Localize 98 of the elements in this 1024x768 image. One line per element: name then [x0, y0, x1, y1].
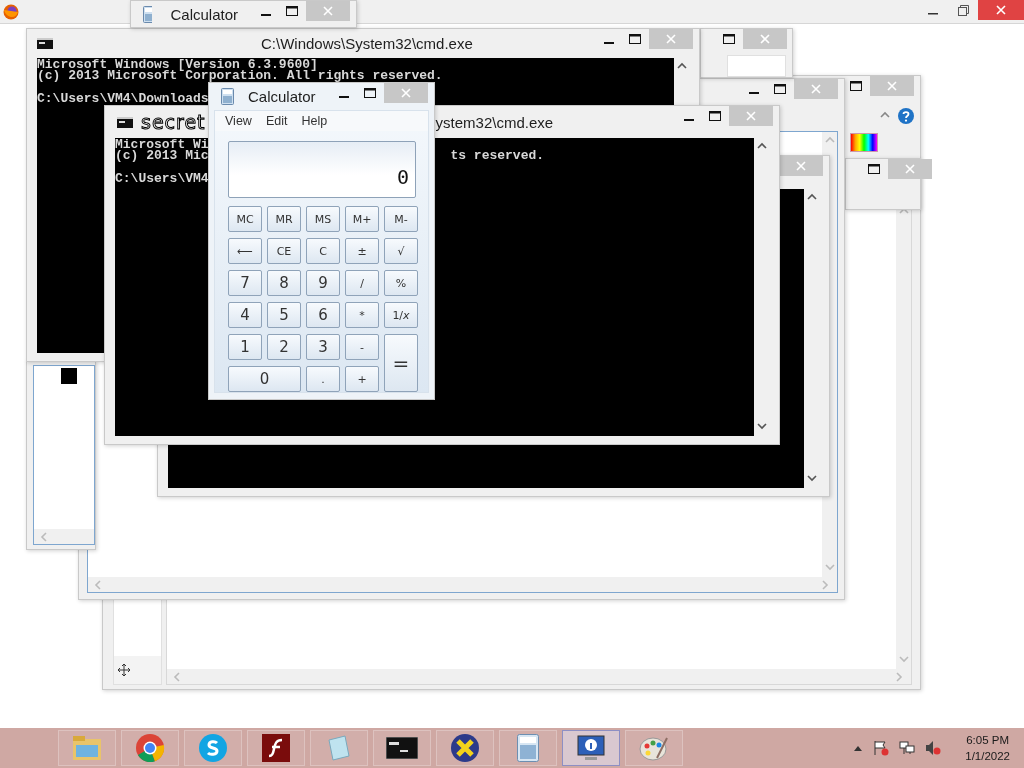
console-icon: [37, 38, 53, 49]
maximize-icon: [774, 84, 786, 94]
calculator-icon: [221, 88, 234, 105]
menu-item[interactable]: Help: [301, 114, 328, 128]
calculator-key[interactable]: 3: [306, 334, 340, 360]
minimize-icon: [684, 119, 694, 121]
swatch: [61, 368, 77, 384]
firefox-icon[interactable]: [3, 3, 19, 20]
maximize-icon: [364, 88, 376, 98]
close-icon: [746, 111, 756, 121]
taskbar-button[interactable]: [562, 730, 620, 766]
calculator-key[interactable]: M-: [384, 206, 418, 232]
scroll-down-icon[interactable]: [756, 422, 767, 432]
flash-icon: [262, 734, 290, 762]
console-text: C:\Users\VM4: [115, 173, 209, 184]
console-text: ts reserved.: [450, 150, 545, 161]
cross-icon: [450, 733, 480, 763]
calculator-key[interactable]: ±: [345, 238, 379, 264]
minimize-icon: [261, 14, 271, 16]
calculator-key[interactable]: 2: [267, 334, 301, 360]
console-text: C:\Users\VM4\Downloads: [37, 93, 209, 104]
calculator-key[interactable]: MS: [306, 206, 340, 232]
palette-icon: [639, 734, 669, 762]
close-icon: [666, 34, 676, 44]
console-text: Microsoft Windows [Version 6.3.9600]: [37, 59, 318, 70]
close-icon: [401, 88, 411, 98]
console-icon: [117, 116, 133, 128]
minimize-icon: [928, 13, 938, 15]
maximize-icon: [629, 34, 641, 44]
clock-date[interactable]: 1/1/2022: [965, 748, 1010, 764]
console-text: (c) 2013 Mic: [115, 150, 209, 161]
close-icon: [760, 34, 770, 44]
calculator-key[interactable]: MR: [267, 206, 301, 232]
calculator-key[interactable]: MC: [228, 206, 262, 232]
calculator-key[interactable]: 4: [228, 302, 262, 328]
chrome-icon: [135, 733, 165, 763]
minimize-icon: [749, 92, 759, 94]
calculator-key[interactable]: .: [306, 366, 340, 392]
calculator-icon: [517, 734, 539, 762]
help-icon[interactable]: [898, 108, 914, 124]
calculator-key[interactable]: *: [345, 302, 379, 328]
skype-icon: [198, 733, 228, 763]
folder-icon: [72, 735, 102, 761]
close-icon: [996, 5, 1006, 15]
calculator-key[interactable]: 6: [306, 302, 340, 328]
maximize-icon: [850, 81, 862, 91]
console-text: (c) 2013 Microsoft Corporation. All rights reserved.: [37, 70, 443, 81]
window-title: Calculator: [170, 5, 238, 23]
maximize-icon: [868, 164, 880, 174]
move-icon[interactable]: [118, 664, 130, 676]
calculator-key[interactable]: 9: [306, 270, 340, 296]
calculator-key[interactable]: +: [345, 366, 379, 392]
calculator-key[interactable]: M+: [345, 206, 379, 232]
color-spectrum-swatch[interactable]: [850, 132, 878, 152]
close-icon: [887, 81, 897, 91]
calculator-icon: [143, 5, 153, 23]
notepad-icon: [325, 734, 353, 762]
console-text: Microsoft Wi: [115, 139, 209, 150]
clock-time[interactable]: 6:05 PM: [966, 732, 1010, 748]
display-value: 0: [396, 165, 409, 189]
calculator-key[interactable]: 8: [267, 270, 301, 296]
calculator-key[interactable]: 7: [228, 270, 262, 296]
maximize-icon: [723, 34, 735, 44]
calculator-key[interactable]: 0: [228, 366, 301, 392]
calculator-key[interactable]: C: [306, 238, 340, 264]
calculator-key[interactable]: -: [345, 334, 379, 360]
window-title: C:\Windows\System32\cmd.exe: [261, 35, 473, 52]
window-title: ystem32\cmd.exe: [435, 113, 554, 131]
minimize-icon: [604, 42, 614, 44]
minimize-icon: [339, 96, 349, 98]
calculator-key[interactable]: ⟵: [228, 238, 262, 264]
close-icon: [796, 161, 806, 171]
calculator-key[interactable]: %: [384, 270, 418, 296]
network-icon[interactable]: [899, 740, 916, 756]
maximize-icon: [709, 111, 721, 121]
calculator-key[interactable]: √: [384, 238, 418, 264]
calculator-key[interactable]: 1/x: [384, 302, 418, 328]
calculator-key[interactable]: 5: [267, 302, 301, 328]
console-icon: [386, 737, 418, 759]
monitor-icon: [576, 734, 606, 762]
menu-item[interactable]: View: [225, 114, 252, 128]
calculator-key[interactable]: 1: [228, 334, 262, 360]
maximize-icon: [286, 6, 298, 16]
scroll-down-icon[interactable]: [806, 474, 817, 484]
text-field[interactable]: [727, 55, 786, 77]
close-icon: [323, 6, 333, 16]
calculator-key[interactable]: /: [345, 270, 379, 296]
flag-icon[interactable]: [873, 740, 890, 756]
calculator-key[interactable]: =: [384, 334, 418, 392]
caret-icon[interactable]: [853, 744, 864, 752]
window-title: Calculator: [248, 88, 316, 105]
overlay-label: secret: [141, 111, 206, 133]
menu-item[interactable]: Edit: [265, 114, 288, 128]
close-icon: [905, 164, 915, 174]
close-icon: [811, 84, 821, 94]
muted-speaker-icon[interactable]: [925, 740, 942, 756]
restore-icon: [957, 4, 969, 16]
calculator-key[interactable]: CE: [267, 238, 301, 264]
